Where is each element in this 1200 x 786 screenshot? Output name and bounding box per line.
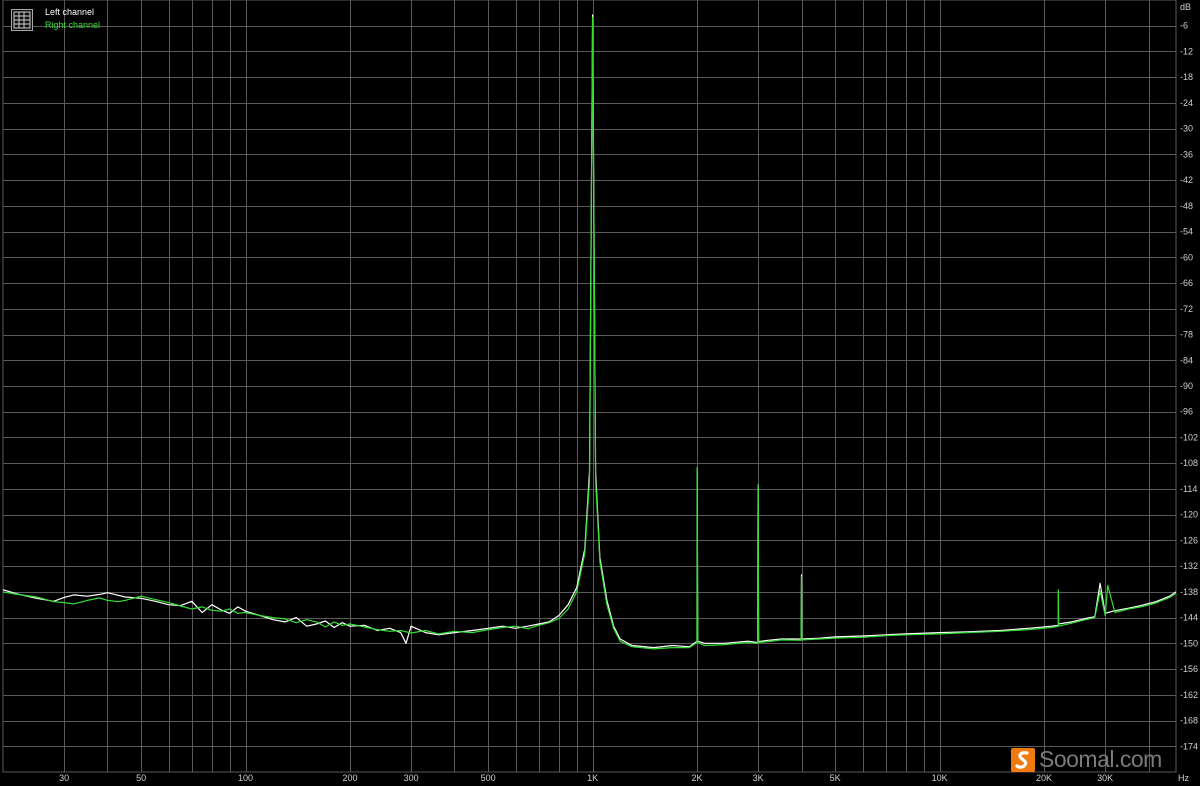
soomal-logo-icon xyxy=(1011,748,1035,772)
y-tick-label: -48 xyxy=(1180,201,1193,211)
x-tick-label: 100 xyxy=(238,773,253,783)
x-tick-label: 200 xyxy=(343,773,358,783)
y-tick-label: -114 xyxy=(1180,484,1197,494)
legend-entry-left-channel: Left channel xyxy=(45,7,95,17)
x-tick-label: 300 xyxy=(404,773,419,783)
spectrum-chart: 30 50 100 200 300 500 1K 2K 3K 5K 10K 20K 30K -6-12-… xyxy=(2,0,1198,783)
series-right-channel xyxy=(2,16,1177,650)
y-tick-label: -30 xyxy=(1180,124,1193,134)
y-tick-label: -162 xyxy=(1180,690,1198,700)
y-tick-label: -174 xyxy=(1180,741,1198,751)
x-tick-label: 30 xyxy=(59,773,69,783)
y-tick-label: -84 xyxy=(1180,355,1193,365)
x-axis-tick-labels: 30 50 100 200 300 500 1K 2K 3K 5K 10K 20K 30K xyxy=(59,773,1113,783)
y-tick-label: -120 xyxy=(1180,510,1198,520)
x-tick-label: 3K xyxy=(753,773,764,783)
y-tick-label: -168 xyxy=(1180,716,1198,726)
y-tick-label: -60 xyxy=(1180,252,1193,262)
x-tick-label: 5K xyxy=(830,773,841,783)
x-tick-label: 500 xyxy=(481,773,496,783)
y-tick-label: -126 xyxy=(1180,535,1198,545)
x-tick-label: 10K xyxy=(932,773,948,783)
y-tick-label: -78 xyxy=(1180,330,1193,340)
y-axis-unit-label: dB xyxy=(1180,2,1191,12)
y-tick-label: -6 xyxy=(1180,21,1188,31)
x-tick-label: 50 xyxy=(136,773,146,783)
y-axis-tick-labels: -6 -12 -18 -24 -30 -36 -42 -48 -54 -60 -66 -72 -78 -8… xyxy=(1180,21,1198,752)
y-tick-label: -66 xyxy=(1180,278,1193,288)
x-axis-unit-label: Hz xyxy=(1178,773,1189,783)
legend: Left channel Right channel xyxy=(8,6,118,36)
grid-table-icon[interactable] xyxy=(11,9,33,31)
y-tick-label: -108 xyxy=(1180,458,1198,468)
watermark-text: Soomal.com xyxy=(1039,746,1162,772)
series-layer xyxy=(2,14,1177,650)
y-tick-label: -54 xyxy=(1180,227,1193,237)
y-tick-label: -132 xyxy=(1180,561,1198,571)
y-tick-label: -12 xyxy=(1180,46,1193,56)
legend-entry-right-channel: Right channel xyxy=(45,20,101,30)
y-tick-label: -150 xyxy=(1180,638,1198,648)
y-tick-label: -96 xyxy=(1180,407,1193,417)
y-tick-label: -18 xyxy=(1180,72,1193,82)
y-tick-label: -90 xyxy=(1180,381,1193,391)
x-tick-label: 20K xyxy=(1036,773,1052,783)
y-tick-label: -72 xyxy=(1180,304,1193,314)
x-tick-label: 1K xyxy=(587,773,598,783)
y-tick-label: -138 xyxy=(1180,587,1198,597)
y-tick-label: -144 xyxy=(1180,613,1198,623)
y-tick-label: -42 xyxy=(1180,175,1193,185)
y-tick-label: -24 xyxy=(1180,98,1193,108)
y-tick-label: -36 xyxy=(1180,149,1193,159)
x-tick-label: 30K xyxy=(1097,773,1113,783)
y-tick-label: -102 xyxy=(1180,432,1198,442)
x-tick-label: 2K xyxy=(692,773,703,783)
series-left-channel xyxy=(2,14,1177,649)
y-tick-label: -156 xyxy=(1180,664,1198,674)
